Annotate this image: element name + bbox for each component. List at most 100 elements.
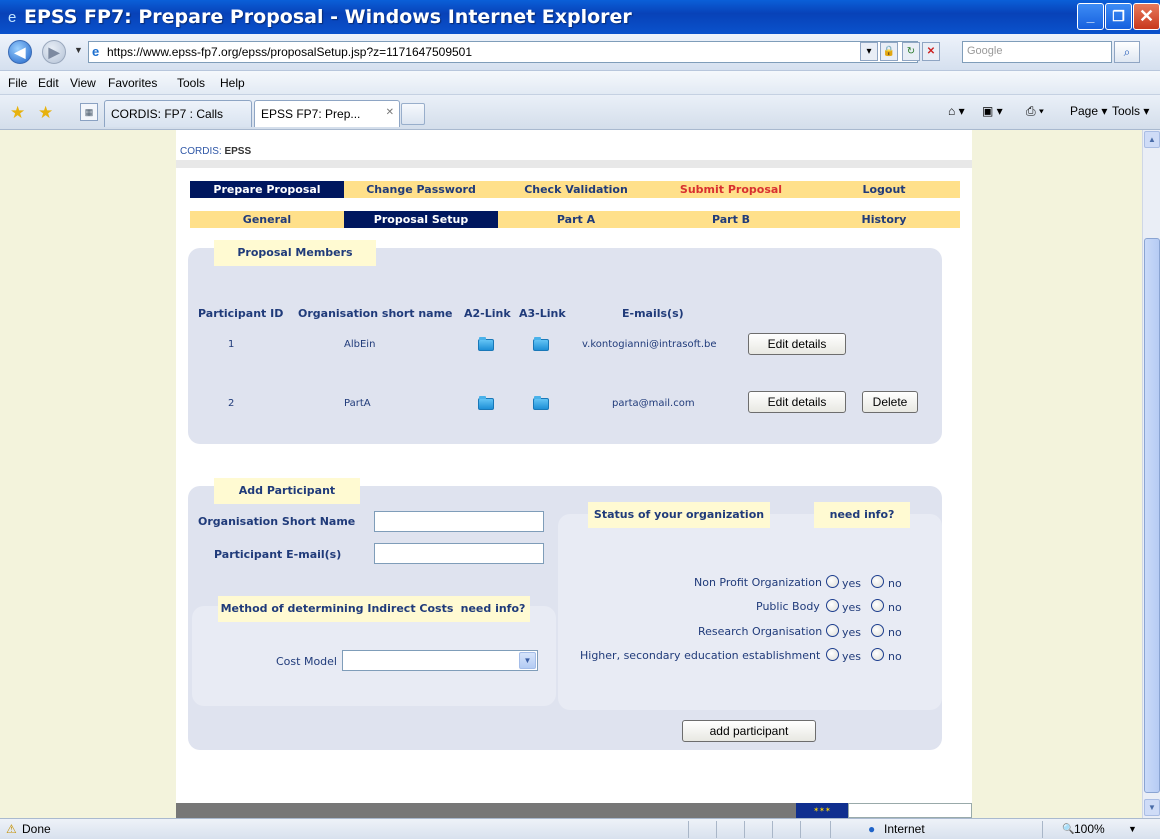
status-panel: [558, 514, 942, 710]
row1-id: 1: [228, 339, 235, 350]
col-a2-link: A2-Link: [464, 307, 511, 320]
edit-details-button[interactable]: Edit details: [748, 391, 846, 413]
add-participant-title: Add Participant: [214, 478, 360, 504]
page-icon: e: [92, 44, 100, 59]
scroll-down-icon[interactable]: ▼: [1144, 799, 1160, 816]
favorites-star-icon[interactable]: ★: [10, 103, 25, 123]
eu-flag-icon: ✶✶✶: [796, 803, 848, 818]
zoom-level[interactable]: 100%: [1074, 822, 1105, 836]
a3-folder-icon[interactable]: [533, 337, 549, 351]
feeds-icon[interactable]: ▣ ▾: [982, 104, 1003, 118]
education-yes-radio[interactable]: [826, 648, 839, 661]
menu-bar: File Edit View Favorites Tools Help: [0, 71, 1160, 95]
nav-change-password[interactable]: Change Password: [344, 181, 498, 198]
row2-id: 2: [228, 398, 235, 409]
home-icon[interactable]: ⌂ ▾: [948, 104, 965, 118]
non-profit-no-radio[interactable]: [871, 575, 884, 588]
breadcrumb-divider: [176, 160, 972, 168]
menu-favorites[interactable]: Favorites: [108, 76, 157, 90]
status-bar: ⚠ Done ● Internet 🔍 100% ▼: [0, 818, 1160, 839]
scroll-thumb[interactable]: [1144, 238, 1160, 793]
new-tab-button[interactable]: [401, 103, 425, 125]
print-icon[interactable]: ⎙ ▾: [1026, 104, 1044, 119]
research-yes-radio[interactable]: [826, 624, 839, 637]
row2-email: parta@mail.com: [612, 398, 695, 409]
education-no-radio[interactable]: [871, 648, 884, 661]
close-button[interactable]: ✕: [1133, 3, 1160, 30]
menu-view[interactable]: View: [70, 76, 96, 90]
zoom-dropdown-icon[interactable]: ▼: [1128, 824, 1137, 834]
add-favorites-icon[interactable]: ★: [38, 103, 53, 123]
nav-submit-proposal[interactable]: Submit Proposal: [654, 181, 808, 198]
participant-email-input[interactable]: [374, 543, 544, 564]
tab-part-a[interactable]: Part A: [498, 211, 654, 228]
cost-model-select[interactable]: ▼: [342, 650, 538, 671]
public-body-yes-radio[interactable]: [826, 599, 839, 612]
menu-edit[interactable]: Edit: [38, 76, 59, 90]
tools-menu[interactable]: Tools ▾: [1112, 104, 1149, 118]
add-participant-button[interactable]: add participant: [682, 720, 816, 742]
delete-button[interactable]: Delete: [862, 391, 918, 413]
tab-proposal-setup[interactable]: Proposal Setup: [344, 211, 498, 228]
research-no-radio[interactable]: [871, 624, 884, 637]
a2-folder-icon[interactable]: [478, 396, 494, 410]
chevron-down-icon[interactable]: ▼: [519, 652, 536, 669]
quick-tabs-icon[interactable]: ▦: [80, 103, 98, 121]
non-profit-yes-radio[interactable]: [826, 575, 839, 588]
zoom-icon[interactable]: 🔍: [1062, 824, 1074, 835]
col-emails: E-mails(s): [622, 307, 684, 320]
tab-label: CORDIS: FP7 : Calls: [111, 107, 224, 121]
tab-history[interactable]: History: [808, 211, 960, 228]
status-research-label: Research Organisation: [698, 625, 823, 638]
forward-button[interactable]: ▶: [42, 40, 66, 64]
tab-close-icon[interactable]: ✕: [386, 107, 394, 118]
status-divider: [830, 821, 831, 838]
status-public-body-label: Public Body: [756, 600, 820, 613]
indirect-costs-need-info[interactable]: need info?: [456, 596, 530, 622]
indirect-costs-title: Method of determining Indirect Costs: [218, 596, 456, 622]
window-title-bar: e EPSS FP7: Prepare Proposal - Windows I…: [0, 0, 1160, 34]
breadcrumb: CORDIS: EPSS: [180, 146, 251, 157]
col-participant-id: Participant ID: [198, 307, 284, 320]
menu-file[interactable]: File: [8, 76, 27, 90]
status-need-info[interactable]: need info?: [814, 502, 910, 528]
org-short-name-input[interactable]: [374, 511, 544, 532]
a2-folder-icon[interactable]: [478, 337, 494, 351]
tab-part-b[interactable]: Part B: [654, 211, 808, 228]
browser-content: CORDIS: EPSS Prepare Proposal Change Pas…: [0, 130, 1142, 818]
nav-check-validation[interactable]: Check Validation: [498, 181, 654, 198]
stop-icon[interactable]: ✕: [922, 42, 940, 61]
no-label: no: [888, 650, 902, 663]
menu-tools[interactable]: Tools: [177, 76, 205, 90]
tab-cordis[interactable]: CORDIS: FP7 : Calls: [104, 100, 252, 127]
address-toolbar: ◀ ▶ ▼ e https://www.epss-fp7.org/epss/pr…: [0, 34, 1160, 71]
status-text: Done: [22, 822, 51, 836]
a3-folder-icon[interactable]: [533, 396, 549, 410]
tab-epss[interactable]: EPSS FP7: Prep... ✕: [254, 100, 400, 127]
menu-help[interactable]: Help: [220, 76, 245, 90]
page-menu[interactable]: Page ▾: [1070, 104, 1107, 118]
cost-model-label: Cost Model: [276, 655, 337, 668]
proposal-members-title: Proposal Members: [214, 240, 376, 266]
maximize-button[interactable]: ❐: [1105, 3, 1132, 30]
breadcrumb-cordis-link[interactable]: CORDIS:: [180, 146, 222, 157]
public-body-no-radio[interactable]: [871, 599, 884, 612]
lock-icon[interactable]: 🔒: [880, 42, 898, 61]
nav-prepare-proposal[interactable]: Prepare Proposal: [190, 181, 344, 198]
minimize-button[interactable]: _: [1077, 3, 1104, 30]
yes-label: yes: [842, 650, 862, 663]
scroll-up-icon[interactable]: ▲: [1144, 131, 1160, 148]
back-button[interactable]: ◀: [8, 40, 32, 64]
address-dropdown-icon[interactable]: ▾: [860, 42, 878, 61]
tab-general[interactable]: General: [190, 211, 344, 228]
refresh-icon[interactable]: ↻: [902, 42, 920, 61]
no-label: no: [888, 626, 902, 639]
edit-details-button[interactable]: Edit details: [748, 333, 846, 355]
search-input[interactable]: Google: [962, 41, 1112, 63]
history-dropdown-icon[interactable]: ▼: [74, 45, 83, 55]
address-bar[interactable]: e https://www.epss-fp7.org/epss/proposal…: [88, 41, 918, 63]
vertical-scrollbar[interactable]: ▲ ▼: [1142, 130, 1160, 818]
address-url[interactable]: https://www.epss-fp7.org/epss/proposalSe…: [107, 45, 472, 59]
search-button[interactable]: ⌕: [1114, 41, 1140, 63]
nav-logout[interactable]: Logout: [808, 181, 960, 198]
